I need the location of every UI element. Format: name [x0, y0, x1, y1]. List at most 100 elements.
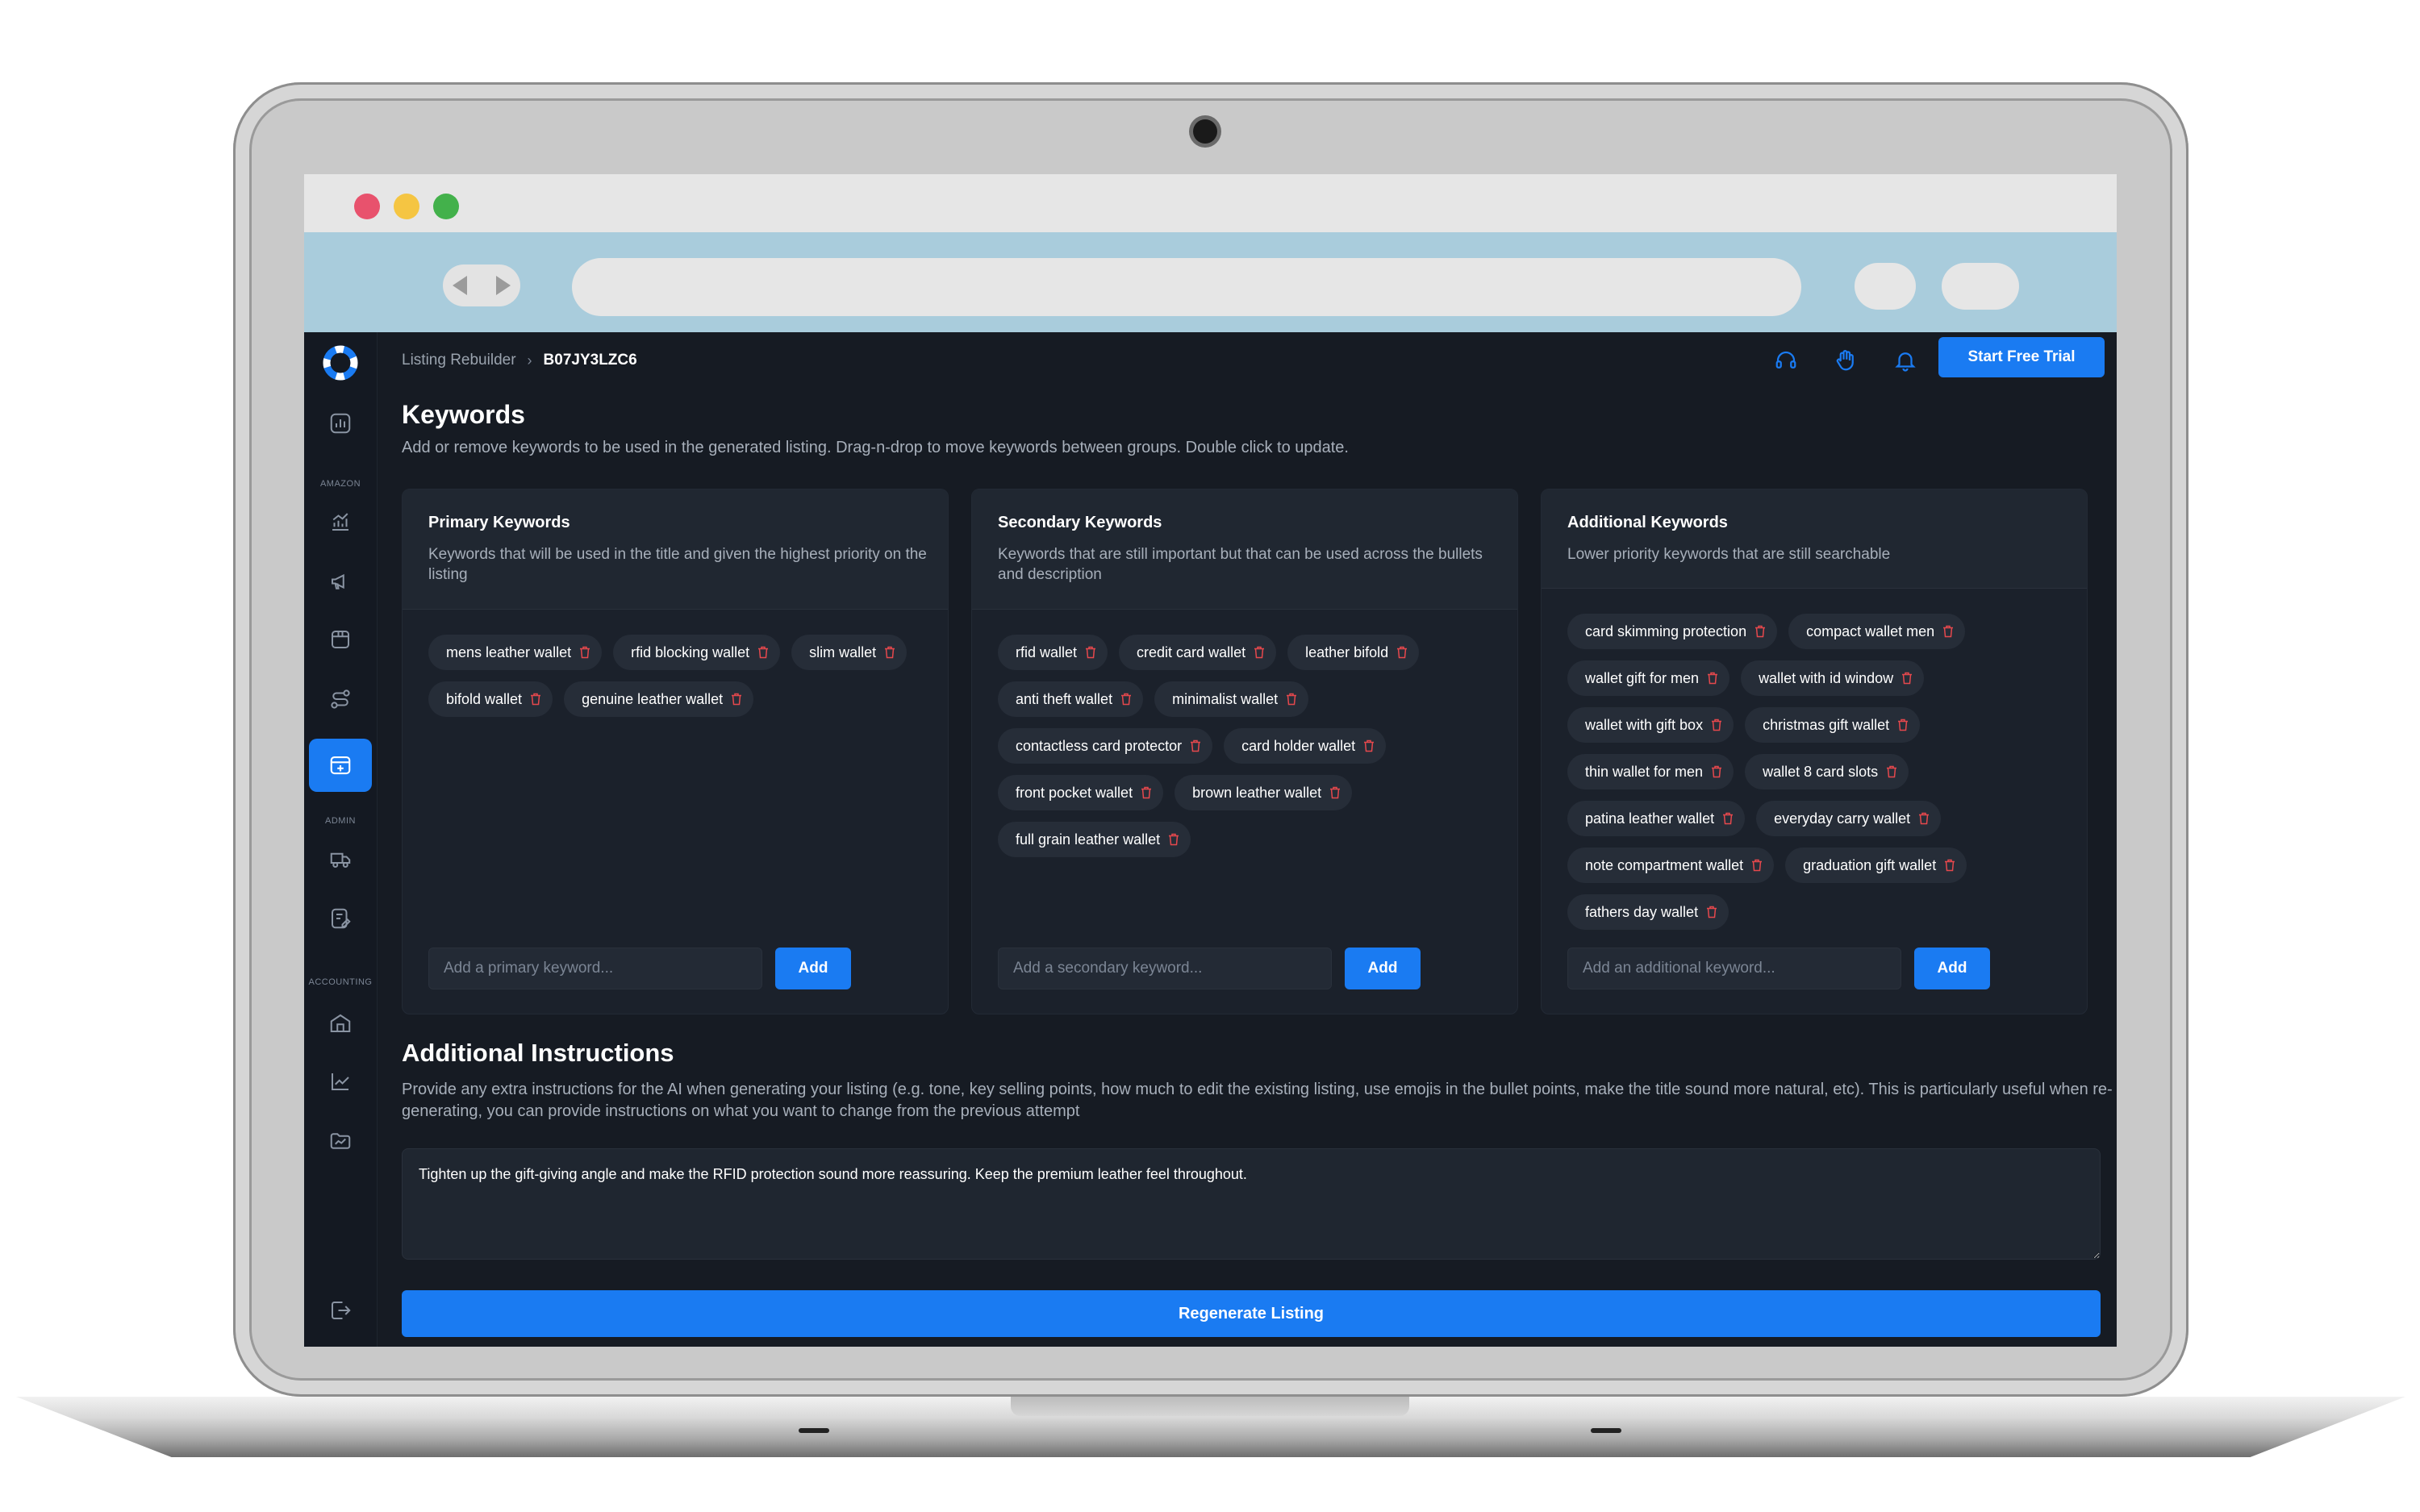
- browser-nav-buttons: [443, 264, 520, 306]
- line-chart-icon[interactable]: [327, 1068, 354, 1095]
- trash-icon[interactable]: [1711, 765, 1722, 778]
- trash-icon[interactable]: [1120, 693, 1132, 706]
- trash-icon[interactable]: [1707, 672, 1718, 685]
- logout-icon[interactable]: [327, 1297, 354, 1324]
- keyword-chip[interactable]: brown leather wallet: [1175, 775, 1353, 810]
- keyword-chip[interactable]: anti theft wallet: [998, 681, 1144, 717]
- trash-icon[interactable]: [530, 693, 541, 706]
- trash-icon[interactable]: [1754, 625, 1766, 638]
- reports-folder-icon[interactable]: [327, 1127, 354, 1155]
- trash-icon[interactable]: [1722, 812, 1734, 825]
- trash-icon[interactable]: [1942, 625, 1954, 638]
- primary-keyword-input[interactable]: [428, 948, 762, 989]
- keyword-chip[interactable]: christmas gift wallet: [1745, 707, 1921, 743]
- trash-icon[interactable]: [1897, 719, 1909, 731]
- trash-icon[interactable]: [1751, 859, 1763, 872]
- trash-icon[interactable]: [757, 646, 769, 659]
- back-arrow-icon[interactable]: [453, 276, 467, 295]
- keyword-chip[interactable]: full grain leather wallet: [998, 822, 1191, 857]
- keyword-chip[interactable]: patina leather wallet: [1567, 801, 1746, 836]
- keyword-chip[interactable]: wallet 8 card slots: [1745, 754, 1909, 789]
- route-icon[interactable]: [327, 685, 354, 713]
- keyword-chip[interactable]: graduation gift wallet: [1785, 848, 1967, 883]
- keyword-chip[interactable]: card holder wallet: [1224, 728, 1387, 764]
- page-title: Keywords: [402, 400, 525, 429]
- trash-icon[interactable]: [884, 646, 895, 659]
- trash-icon[interactable]: [1254, 646, 1265, 659]
- keyword-chip[interactable]: bifold wallet: [428, 681, 553, 717]
- keyword-chip[interactable]: wallet gift for men: [1567, 660, 1730, 696]
- keyword-chip[interactable]: contactless card protector: [998, 728, 1213, 764]
- keyword-label: mens leather wallet: [446, 644, 572, 660]
- close-window-button[interactable]: [354, 194, 380, 219]
- trash-icon[interactable]: [579, 646, 590, 659]
- keyword-label: card holder wallet: [1241, 737, 1356, 754]
- forward-arrow-icon[interactable]: [496, 276, 511, 295]
- app-logo-icon[interactable]: [323, 345, 358, 381]
- keyword-chip[interactable]: fathers day wallet: [1567, 894, 1729, 930]
- keyword-chip[interactable]: compact wallet men: [1788, 614, 1966, 649]
- regenerate-listing-button[interactable]: Regenerate Listing: [402, 1290, 2101, 1337]
- add-primary-keyword-button[interactable]: Add: [775, 948, 851, 989]
- support-headset-icon[interactable]: [1774, 348, 1801, 376]
- trash-icon[interactable]: [1168, 833, 1179, 846]
- minimize-window-button[interactable]: [394, 194, 419, 219]
- trash-icon[interactable]: [1944, 859, 1955, 872]
- keyword-chip[interactable]: wallet with gift box: [1567, 707, 1734, 743]
- trash-icon[interactable]: [1901, 672, 1913, 685]
- address-bar[interactable]: [572, 258, 1801, 316]
- keyword-label: front pocket wallet: [1016, 784, 1133, 801]
- notification-bell-icon[interactable]: [1893, 348, 1921, 376]
- trash-icon[interactable]: [731, 693, 742, 706]
- instructions-textarea[interactable]: Tighten up the gift-giving angle and mak…: [402, 1148, 2101, 1260]
- breadcrumb-parent[interactable]: Listing Rebuilder: [402, 352, 516, 369]
- browser-toolbar-button[interactable]: [1855, 263, 1916, 310]
- keyword-chip[interactable]: thin wallet for men: [1567, 754, 1734, 789]
- start-free-trial-button[interactable]: Start Free Trial: [1938, 337, 2105, 377]
- instructions-description: Provide any extra instructions for the A…: [402, 1081, 2113, 1120]
- keyword-chip[interactable]: genuine leather wallet: [564, 681, 754, 717]
- dashboard-icon[interactable]: [327, 410, 354, 437]
- trash-icon[interactable]: [1363, 739, 1375, 752]
- warehouse-icon[interactable]: [327, 1010, 354, 1037]
- megaphone-icon[interactable]: [327, 568, 354, 595]
- keyword-chip[interactable]: card skimming protection: [1567, 614, 1778, 649]
- secondary-keyword-input[interactable]: [998, 948, 1332, 989]
- trash-icon[interactable]: [1711, 719, 1722, 731]
- keyword-chip[interactable]: rfid wallet: [998, 635, 1108, 670]
- trash-icon[interactable]: [1396, 646, 1408, 659]
- panel-title: Secondary Keywords: [998, 514, 1162, 531]
- keyword-chip[interactable]: credit card wallet: [1119, 635, 1277, 670]
- maximize-window-button[interactable]: [433, 194, 459, 219]
- trash-icon[interactable]: [1886, 765, 1897, 778]
- trash-icon[interactable]: [1329, 786, 1341, 799]
- analytics-icon[interactable]: [327, 508, 354, 535]
- keyword-chip[interactable]: slim wallet: [791, 635, 908, 670]
- keyword-label: wallet with gift box: [1585, 716, 1704, 733]
- browser-toolbar-button[interactable]: [1942, 263, 2019, 310]
- keyword-label: card skimming protection: [1585, 623, 1747, 639]
- keyword-chip[interactable]: front pocket wallet: [998, 775, 1164, 810]
- trash-icon[interactable]: [1706, 906, 1717, 918]
- additional-keyword-input[interactable]: [1567, 948, 1901, 989]
- box-icon[interactable]: [327, 626, 354, 653]
- trash-icon[interactable]: [1190, 739, 1201, 752]
- keyword-chip[interactable]: everyday carry wallet: [1756, 801, 1942, 836]
- wave-hand-icon[interactable]: [1834, 348, 1861, 376]
- truck-icon[interactable]: [327, 845, 354, 873]
- keyword-list: mens leather wallet rfid blocking wallet s…: [428, 635, 932, 717]
- trash-icon[interactable]: [1918, 812, 1930, 825]
- keyword-chip[interactable]: leather bifold: [1287, 635, 1420, 670]
- document-edit-icon[interactable]: [327, 905, 354, 932]
- add-secondary-keyword-button[interactable]: Add: [1345, 948, 1421, 989]
- add-additional-keyword-button[interactable]: Add: [1914, 948, 1990, 989]
- trash-icon[interactable]: [1286, 693, 1297, 706]
- keyword-chip[interactable]: rfid blocking wallet: [613, 635, 781, 670]
- keyword-chip[interactable]: note compartment wallet: [1567, 848, 1775, 883]
- keyword-chip[interactable]: wallet with id window: [1741, 660, 1925, 696]
- keyword-chip[interactable]: mens leather wallet: [428, 635, 603, 670]
- trash-icon[interactable]: [1085, 646, 1096, 659]
- listing-rebuilder-icon[interactable]: [327, 752, 354, 779]
- keyword-chip[interactable]: minimalist wallet: [1154, 681, 1309, 717]
- trash-icon[interactable]: [1141, 786, 1152, 799]
